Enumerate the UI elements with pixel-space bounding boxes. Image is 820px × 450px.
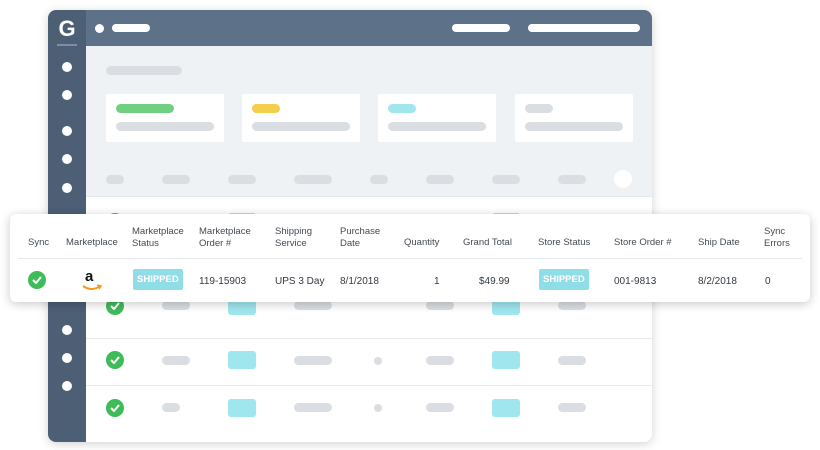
sidebar-nav-item-2[interactable] (62, 90, 72, 100)
status-badge-placeholder (492, 399, 520, 417)
store-order-number[interactable]: 001-9813 (614, 276, 656, 288)
order-detail-card: Sync Marketplace Marketplace Status Marke… (10, 214, 810, 302)
ghost-header-cell (228, 175, 256, 184)
check-circle-icon (106, 351, 124, 369)
purchase-date-value: 8/1/2018 (340, 276, 379, 287)
menu-dot-icon[interactable] (95, 24, 104, 33)
app-logo[interactable]: G (56, 16, 78, 42)
card-accent-cyan (388, 104, 416, 113)
header-sync-errors: Sync Errors (764, 226, 790, 249)
card-accent-yellow (252, 104, 280, 113)
quantity-value: 1 (434, 276, 440, 287)
card-accent-gray (525, 104, 553, 113)
cell-placeholder (426, 301, 454, 310)
cell-placeholder (426, 356, 454, 365)
top-bar (86, 10, 652, 46)
header-quantity: Quantity (404, 237, 440, 248)
logo-divider (57, 44, 77, 46)
ghost-header-cell (162, 175, 190, 184)
sidebar-nav-item-8[interactable] (62, 381, 72, 391)
card-text-placeholder (388, 122, 486, 131)
table-row[interactable] (86, 296, 652, 340)
card-text-placeholder (116, 122, 214, 131)
header-marketplace: Marketplace (66, 237, 118, 248)
header-sync: Sync (28, 237, 50, 248)
ghost-header-cell (558, 175, 586, 184)
cell-placeholder (426, 403, 454, 412)
ship-date-value: 8/2/2018 (698, 276, 737, 287)
cell-placeholder (162, 356, 190, 365)
amazon-logo-icon: a (81, 269, 103, 291)
cell-placeholder (558, 403, 586, 412)
header-shipping-service: Shipping Service (275, 226, 312, 249)
store-status-badge: SHIPPED (539, 269, 589, 290)
table-row[interactable] (86, 338, 652, 382)
cell-placeholder (162, 403, 180, 412)
cell-dot-placeholder (374, 404, 382, 412)
ghost-header-cell (492, 175, 520, 184)
shipping-service-value: UPS 3 Day (275, 276, 325, 287)
ghost-header-cell (106, 175, 124, 184)
sidebar-nav-item-6[interactable] (62, 325, 72, 335)
sync-errors-value: 0 (765, 276, 771, 287)
status-badge-placeholder (228, 351, 256, 369)
marketplace-order-number[interactable]: 119-15903 (199, 276, 246, 288)
sidebar-nav-item-3[interactable] (62, 126, 72, 136)
cell-placeholder (558, 301, 586, 310)
sidebar-nav-item-1[interactable] (62, 62, 72, 72)
check-circle-icon (106, 399, 124, 417)
grand-total-value: $49.99 (479, 276, 510, 287)
header-store-order: Store Order # (614, 237, 672, 248)
cell-placeholder (558, 356, 586, 365)
cell-placeholder (162, 301, 190, 310)
status-badge-placeholder (492, 351, 520, 369)
header-ship-date: Ship Date (698, 237, 740, 248)
cell-placeholder (294, 403, 332, 412)
table-row[interactable] (86, 385, 652, 429)
page-title-placeholder (106, 66, 182, 75)
cell-dot-placeholder (374, 357, 382, 365)
marketplace-status-badge: SHIPPED (133, 269, 183, 290)
topbar-title-placeholder (112, 24, 150, 32)
sidebar-nav-item-5[interactable] (62, 183, 72, 193)
check-circle-icon[interactable] (28, 271, 46, 289)
header-marketplace-order: Marketplace Order # (199, 226, 251, 249)
header-store-status: Store Status (538, 237, 591, 248)
sidebar-nav-item-7[interactable] (62, 353, 72, 363)
card-text-placeholder (252, 122, 350, 131)
topbar-link-placeholder[interactable] (452, 24, 510, 32)
cell-placeholder (294, 356, 332, 365)
card-text-placeholder (525, 122, 623, 131)
cell-placeholder (294, 301, 332, 310)
summary-card-4[interactable] (515, 94, 633, 142)
card-accent-green (116, 104, 174, 113)
status-badge-placeholder (228, 399, 256, 417)
ghost-header-cell (370, 175, 388, 184)
summary-card-3[interactable] (378, 94, 496, 142)
header-marketplace-status: Marketplace Status (132, 226, 184, 249)
ghost-header-cell (426, 175, 454, 184)
sidebar-nav-item-4[interactable] (62, 154, 72, 164)
ghost-header-cell (294, 175, 332, 184)
summary-card-1[interactable] (106, 94, 224, 142)
header-divider (18, 258, 802, 259)
header-purchase-date: Purchase Date (340, 226, 381, 249)
header-grand-total: Grand Total (463, 237, 512, 248)
topbar-user-placeholder[interactable] (528, 24, 640, 32)
settings-circle-icon[interactable] (614, 170, 632, 188)
summary-card-2[interactable] (242, 94, 360, 142)
